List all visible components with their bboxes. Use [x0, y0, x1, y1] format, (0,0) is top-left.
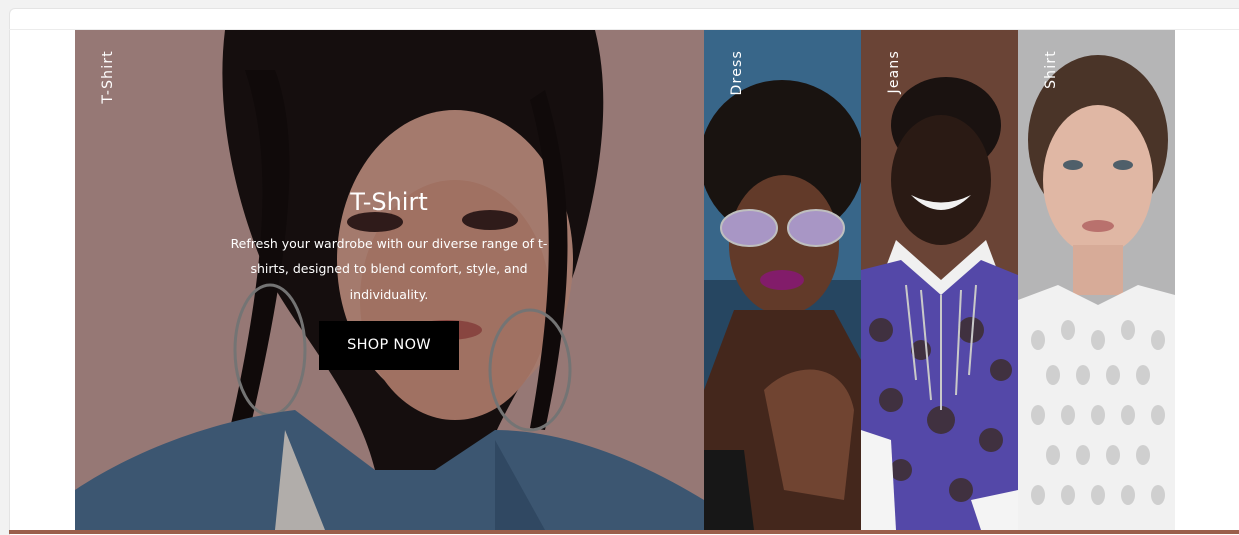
dress-model-image: [704, 30, 861, 530]
panel-label-tshirt: T-Shirt: [100, 50, 116, 104]
panel-label-shirt: Shirt: [1043, 50, 1059, 89]
category-slider: T-Shirt T-Shirt Refresh your wardrobe wi…: [75, 30, 1175, 530]
panel-label-dress: Dress: [729, 50, 745, 96]
shop-now-button[interactable]: SHOP NOW: [319, 321, 459, 371]
jeans-model-image: [861, 30, 1018, 530]
panel-tshirt[interactable]: T-Shirt T-Shirt Refresh your wardrobe wi…: [75, 30, 704, 530]
hero-content: T-Shirt Refresh your wardrobe with our d…: [223, 188, 555, 371]
panel-shirt[interactable]: Shirt: [1018, 30, 1175, 530]
bottom-accent-bar: [9, 530, 1239, 534]
panel-dress[interactable]: Dress: [704, 30, 861, 530]
hero-description: Refresh your wardrobe with our diverse r…: [230, 235, 548, 302]
hero-title: T-Shirt: [350, 188, 428, 216]
panel-label-jeans: Jeans: [886, 50, 902, 94]
panel-jeans[interactable]: Jeans: [861, 30, 1018, 530]
shirt-model-image: [1018, 30, 1175, 530]
